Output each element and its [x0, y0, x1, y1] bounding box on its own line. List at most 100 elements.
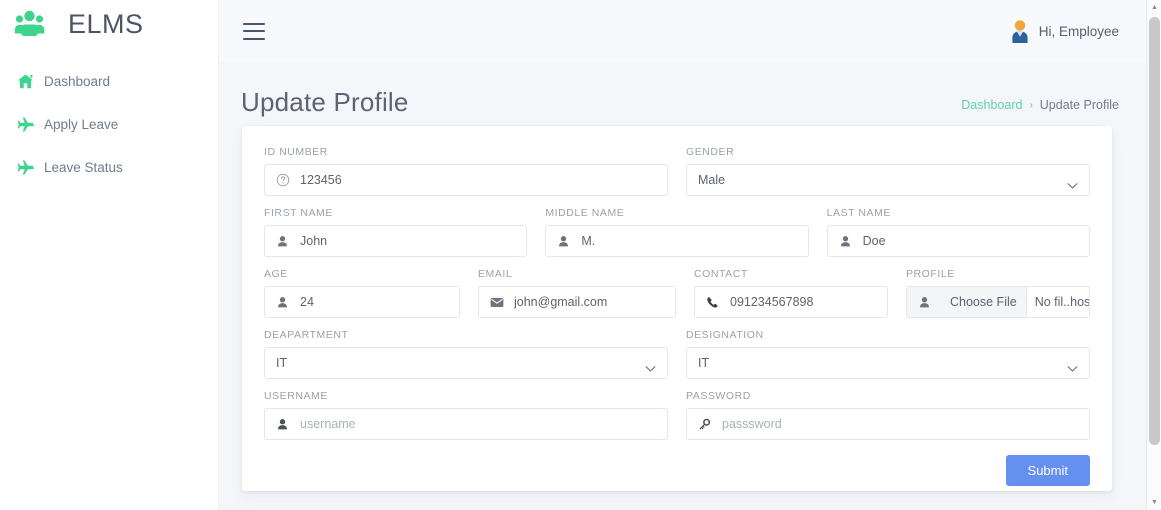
sidebar-item-leave-status[interactable]: Leave Status: [0, 146, 218, 189]
hamburger-icon[interactable]: [243, 22, 265, 40]
id-number-input-wrap[interactable]: [264, 164, 668, 196]
form-row-credentials: USERNAME PASSWORD: [264, 390, 1090, 440]
field-password: PASSWORD: [686, 390, 1090, 440]
home-icon: [16, 73, 34, 91]
form-row-job: DEAPARTMENT IT DESIGNATION IT: [264, 329, 1090, 379]
first-name-input[interactable]: [300, 226, 527, 256]
breadcrumb: Dashboard › Update Profile: [961, 98, 1119, 118]
email-input-wrap[interactable]: [478, 286, 676, 318]
chevron-down-icon: [1067, 177, 1078, 189]
field-age: AGE: [264, 268, 460, 318]
topbar: Hi, Employee: [219, 0, 1161, 62]
field-id-number: ID NUMBER: [264, 146, 668, 196]
department-select[interactable]: IT: [264, 347, 668, 379]
field-label: DEAPARTMENT: [264, 329, 349, 341]
field-contact: CONTACT: [694, 268, 888, 318]
field-label: AGE: [264, 268, 288, 280]
form-row-names: FIRST NAME MIDDLE NAME: [264, 207, 1090, 257]
profile-form-card: ID NUMBER GENDER: [242, 126, 1112, 491]
breadcrumb-current: Update Profile: [1039, 98, 1119, 112]
age-input[interactable]: [300, 287, 459, 317]
first-name-input-wrap[interactable]: [264, 225, 528, 257]
middle-name-input-wrap[interactable]: [545, 225, 809, 257]
breadcrumb-dashboard-link[interactable]: Dashboard: [961, 98, 1022, 112]
form-row-contact: AGE EMAIL: [264, 268, 1090, 318]
id-number-input[interactable]: [300, 165, 667, 195]
hamburger-bar: [243, 30, 265, 32]
contact-input[interactable]: [730, 287, 887, 317]
user-icon: [555, 233, 572, 249]
scroll-up-arrow-icon[interactable]: ▲: [1147, 0, 1161, 15]
file-status-text: No fil..hosen: [1034, 295, 1089, 309]
scrollbar-thumb[interactable]: [1149, 17, 1160, 445]
brand-name: ELMS: [68, 8, 144, 39]
email-input[interactable]: [514, 287, 675, 317]
gender-selected-value: Male: [698, 173, 726, 187]
field-label: ID NUMBER: [264, 146, 328, 158]
chevron-right-icon: ›: [1029, 99, 1033, 111]
plane-icon: [16, 159, 34, 177]
page-header: Update Profile Dashboard › Update Profil…: [219, 62, 1161, 118]
field-label: PROFILE: [906, 268, 955, 280]
gender-select[interactable]: Male: [686, 164, 1090, 196]
main-area: Hi, Employee Update Profile Dashboard › …: [219, 0, 1161, 510]
department-selected-value: IT: [276, 356, 288, 370]
field-last-name: LAST NAME: [826, 207, 1090, 257]
designation-selected-value: IT: [698, 356, 710, 370]
contact-input-wrap[interactable]: [694, 286, 888, 318]
field-middle-name: MIDDLE NAME: [545, 207, 809, 257]
user-icon: [274, 294, 291, 310]
user-icon: [837, 233, 854, 249]
field-label: LAST NAME: [826, 207, 891, 219]
last-name-input[interactable]: [862, 226, 1089, 256]
sidebar-item-dashboard[interactable]: Dashboard: [0, 60, 218, 103]
scroll-down-arrow-icon[interactable]: ▼: [1147, 495, 1161, 510]
user-icon: [907, 287, 941, 317]
field-first-name: FIRST NAME: [264, 207, 528, 257]
form-row-identity: ID NUMBER GENDER: [264, 146, 1090, 196]
field-email: EMAIL: [478, 268, 676, 318]
user-icon: [274, 416, 291, 432]
sidebar-item-apply-leave[interactable]: Apply Leave: [0, 103, 218, 146]
page-title: Update Profile: [241, 87, 409, 117]
last-name-input-wrap[interactable]: [826, 225, 1090, 257]
profile-file-input[interactable]: Choose File No fil..hosen: [906, 286, 1090, 318]
middle-name-input[interactable]: [581, 226, 808, 256]
sidebar-nav: Dashboard Apply Leave Leave Status: [0, 60, 218, 189]
sidebar-item-label: Leave Status: [44, 160, 123, 175]
user-greeting: Hi, Employee: [1038, 23, 1119, 39]
field-label: GENDER: [686, 146, 735, 158]
field-username: USERNAME: [264, 390, 668, 440]
field-label: PASSWORD: [686, 390, 751, 402]
username-input-wrap[interactable]: [264, 408, 668, 440]
phone-icon: [704, 294, 721, 310]
password-input-wrap[interactable]: [686, 408, 1090, 440]
question-circle-icon: [274, 172, 291, 188]
field-label: FIRST NAME: [264, 207, 333, 219]
hamburger-bar: [243, 22, 265, 25]
field-label: EMAIL: [478, 268, 513, 280]
key-icon: [696, 416, 713, 432]
chevron-down-icon: [1067, 360, 1078, 372]
field-label: MIDDLE NAME: [545, 207, 625, 219]
hamburger-bar: [243, 37, 265, 40]
user-avatar-icon: [1010, 19, 1030, 43]
submit-button[interactable]: Submit: [1005, 455, 1090, 486]
field-label: CONTACT: [694, 268, 748, 280]
password-input[interactable]: [722, 409, 1089, 439]
brand-logo[interactable]: ELMS: [0, 0, 218, 48]
field-label: USERNAME: [264, 390, 328, 402]
age-input-wrap[interactable]: [264, 286, 460, 318]
sidebar: ELMS Dashboard Apply Leave Leave Status: [0, 0, 219, 510]
user-menu[interactable]: Hi, Employee: [1010, 19, 1119, 43]
designation-select[interactable]: IT: [686, 347, 1090, 379]
sidebar-item-label: Apply Leave: [44, 117, 119, 132]
user-icon: [274, 233, 291, 249]
envelope-icon: [488, 294, 505, 310]
field-label: DESIGNATION: [686, 329, 764, 341]
field-gender: GENDER Male: [686, 146, 1090, 196]
username-input[interactable]: [300, 409, 667, 439]
form-actions: Submit: [264, 455, 1090, 486]
page-scrollbar[interactable]: ▲ ▼: [1146, 0, 1161, 510]
choose-file-button[interactable]: Choose File: [941, 287, 1027, 317]
